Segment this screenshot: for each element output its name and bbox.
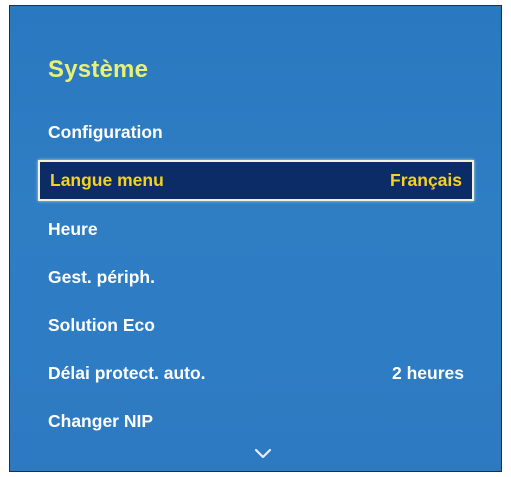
menu-item-value: 2 heures: [392, 363, 464, 383]
menu-item-delai-protect-auto[interactable]: Délai protect. auto. 2 heures: [38, 353, 474, 394]
menu-item-gest-periph[interactable]: Gest. périph.: [38, 257, 474, 298]
menu-item-label: Langue menu: [50, 170, 164, 190]
menu-item-label: Heure: [48, 219, 98, 239]
menu-item-value: Français: [390, 170, 462, 190]
menu-item-changer-nip[interactable]: Changer NIP: [38, 401, 474, 442]
menu-item-label: Gest. périph.: [48, 267, 155, 287]
menu-item-label: Délai protect. auto.: [48, 363, 206, 383]
menu-item-configuration[interactable]: Configuration: [38, 112, 474, 153]
menu-item-label: Changer NIP: [48, 411, 154, 431]
menu-item-label: Configuration: [48, 122, 163, 142]
menu-item-langue-menu[interactable]: Langue menu Français: [38, 160, 474, 201]
menu-list: Configuration Langue menu Français Heure…: [10, 6, 501, 471]
menu-item-heure[interactable]: Heure: [38, 209, 474, 250]
system-menu-panel: Système Configuration Langue menu França…: [9, 5, 502, 472]
menu-item-label: Solution Eco: [48, 315, 155, 335]
menu-item-solution-eco[interactable]: Solution Eco: [38, 305, 474, 346]
chevron-down-icon[interactable]: [255, 446, 271, 460]
